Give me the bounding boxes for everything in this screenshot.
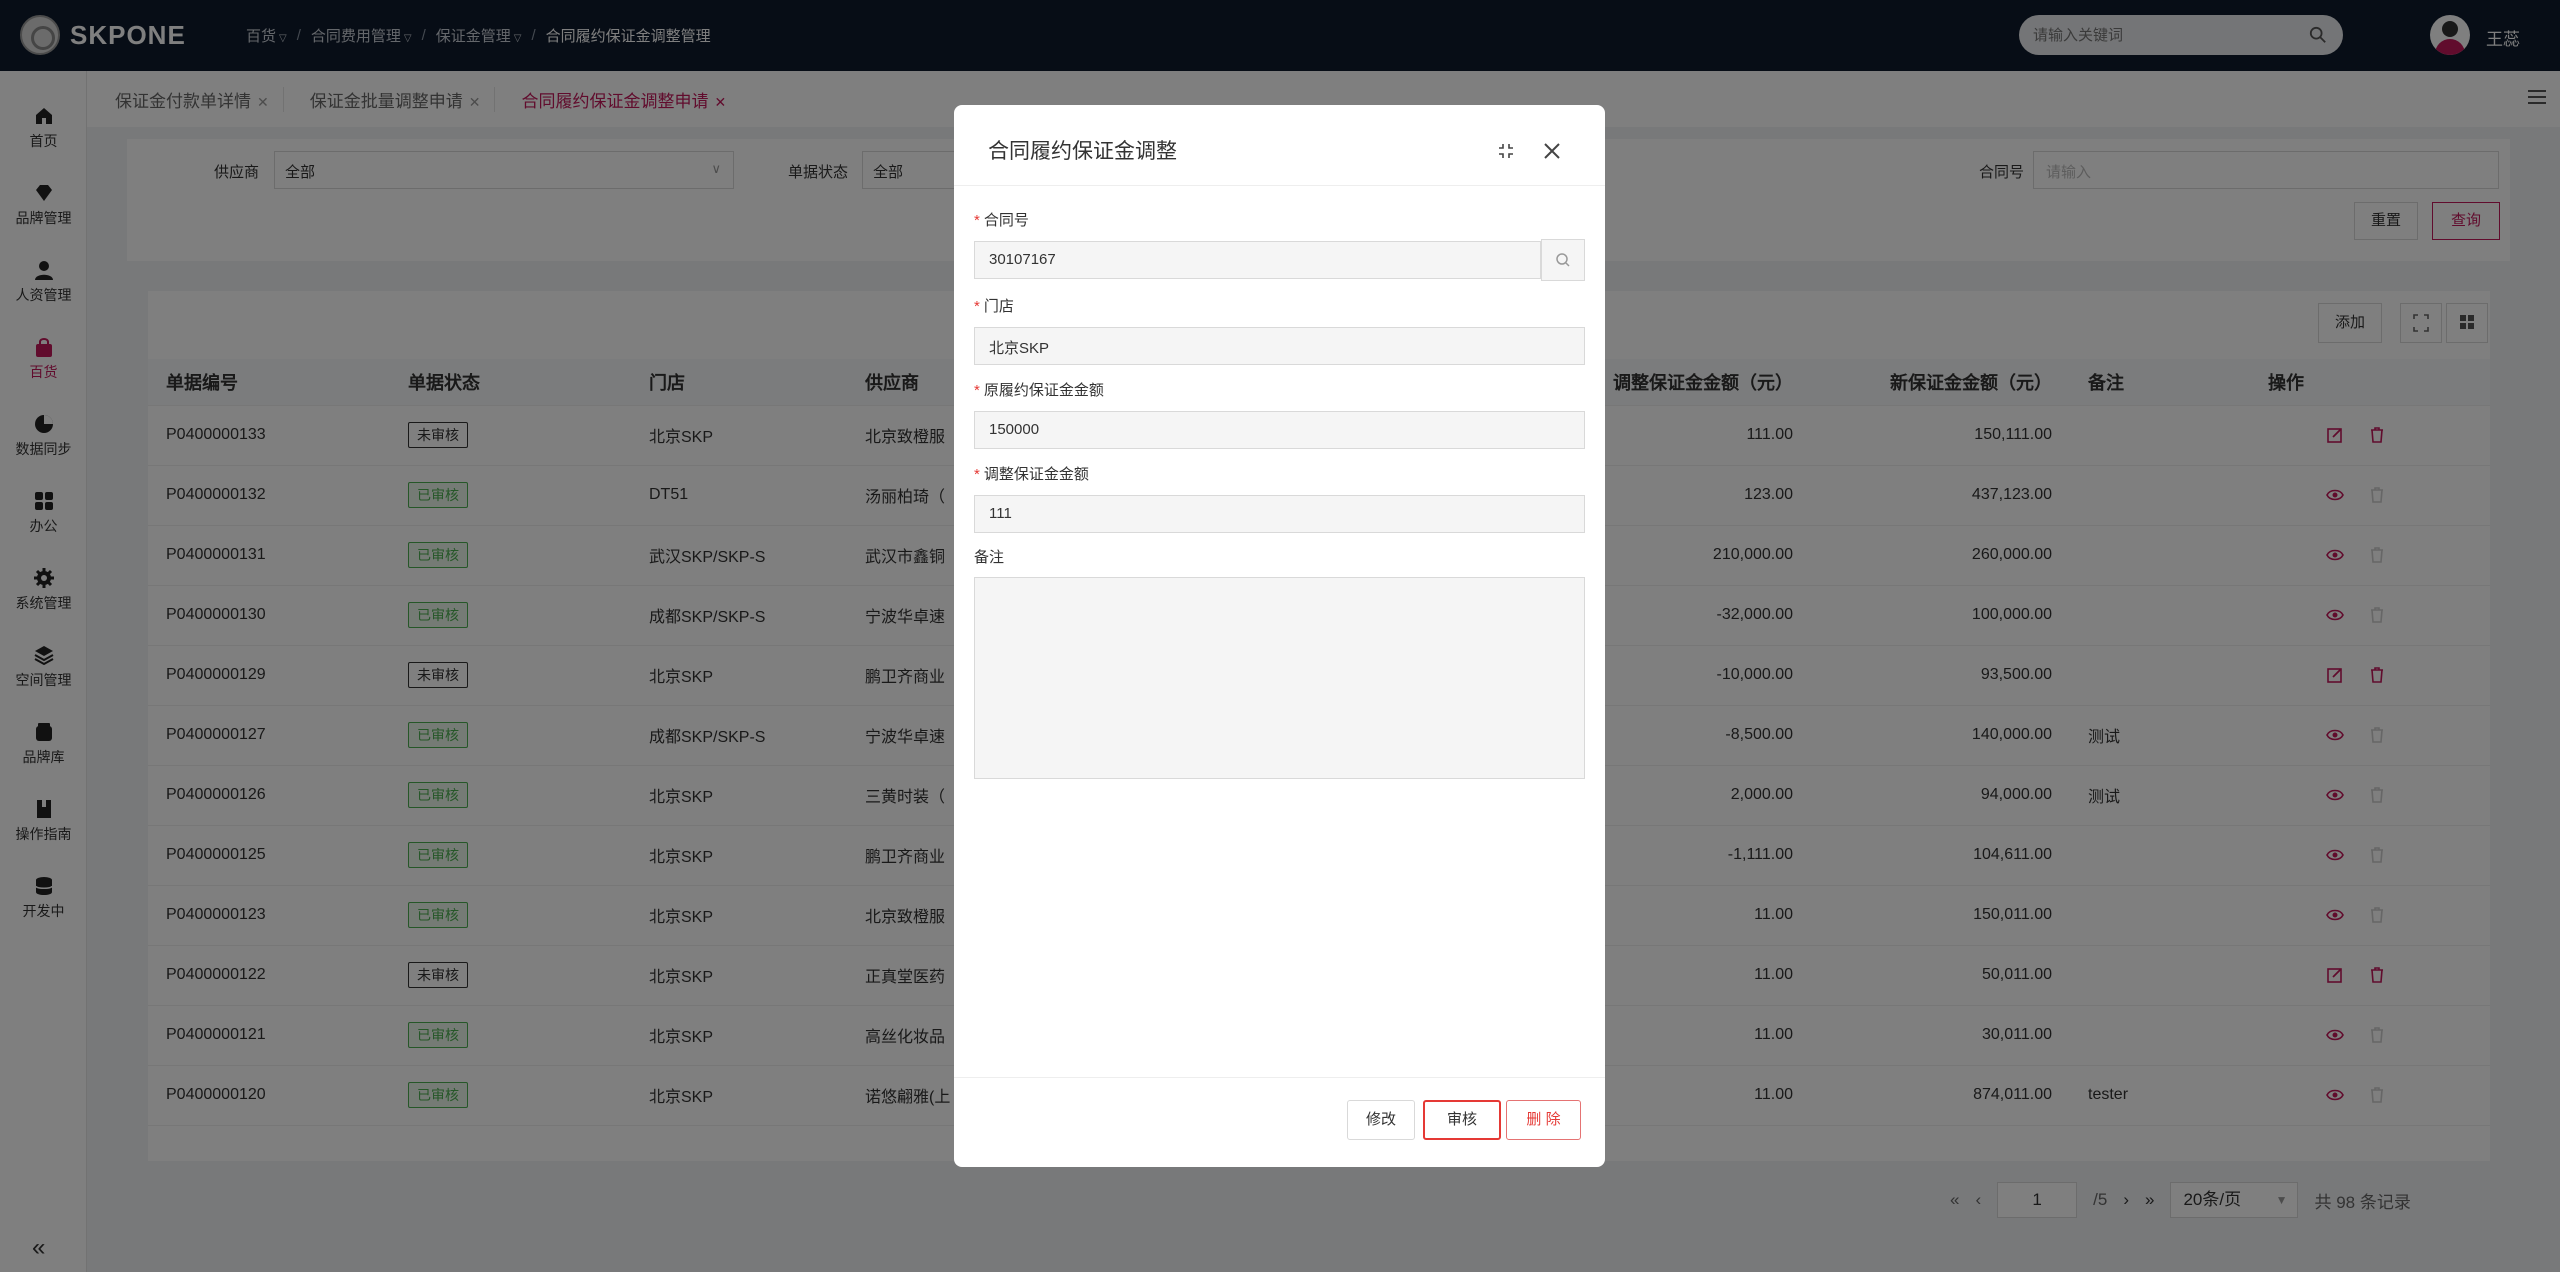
store-label: * 门店 — [974, 298, 1014, 315]
note-label: 备注 — [974, 549, 1005, 566]
modify-button[interactable]: 修改 — [1347, 1100, 1415, 1140]
divider — [954, 1077, 1605, 1078]
store-field[interactable]: 北京SKP — [974, 327, 1585, 365]
divider — [954, 185, 1605, 186]
contract-label: * 合同号 — [974, 212, 1029, 229]
contract-field[interactable]: 30107167 — [974, 241, 1541, 279]
expand-icon[interactable] — [1496, 141, 1516, 161]
search-icon — [1556, 253, 1570, 267]
contract-search-button[interactable] — [1541, 239, 1585, 281]
delete-button[interactable]: 删 除 — [1506, 1100, 1581, 1140]
adjust-deposit-dialog: 合同履约保证金调整 * 合同号 30107167 * 门店 北京SKP * 原履约保证… — [954, 105, 1605, 1167]
original-deposit-label: * 原履约保证金金额 — [974, 382, 1104, 399]
adjust-deposit-label: * 调整保证金金额 — [974, 466, 1089, 483]
audit-button[interactable]: 审核 — [1423, 1100, 1501, 1140]
original-deposit-field[interactable]: 150000 — [974, 411, 1585, 449]
adjust-deposit-field[interactable]: 111 — [974, 495, 1585, 533]
note-textarea[interactable] — [974, 577, 1585, 779]
dialog-title: 合同履约保证金调整 — [988, 140, 1177, 163]
close-icon[interactable] — [1540, 139, 1564, 163]
